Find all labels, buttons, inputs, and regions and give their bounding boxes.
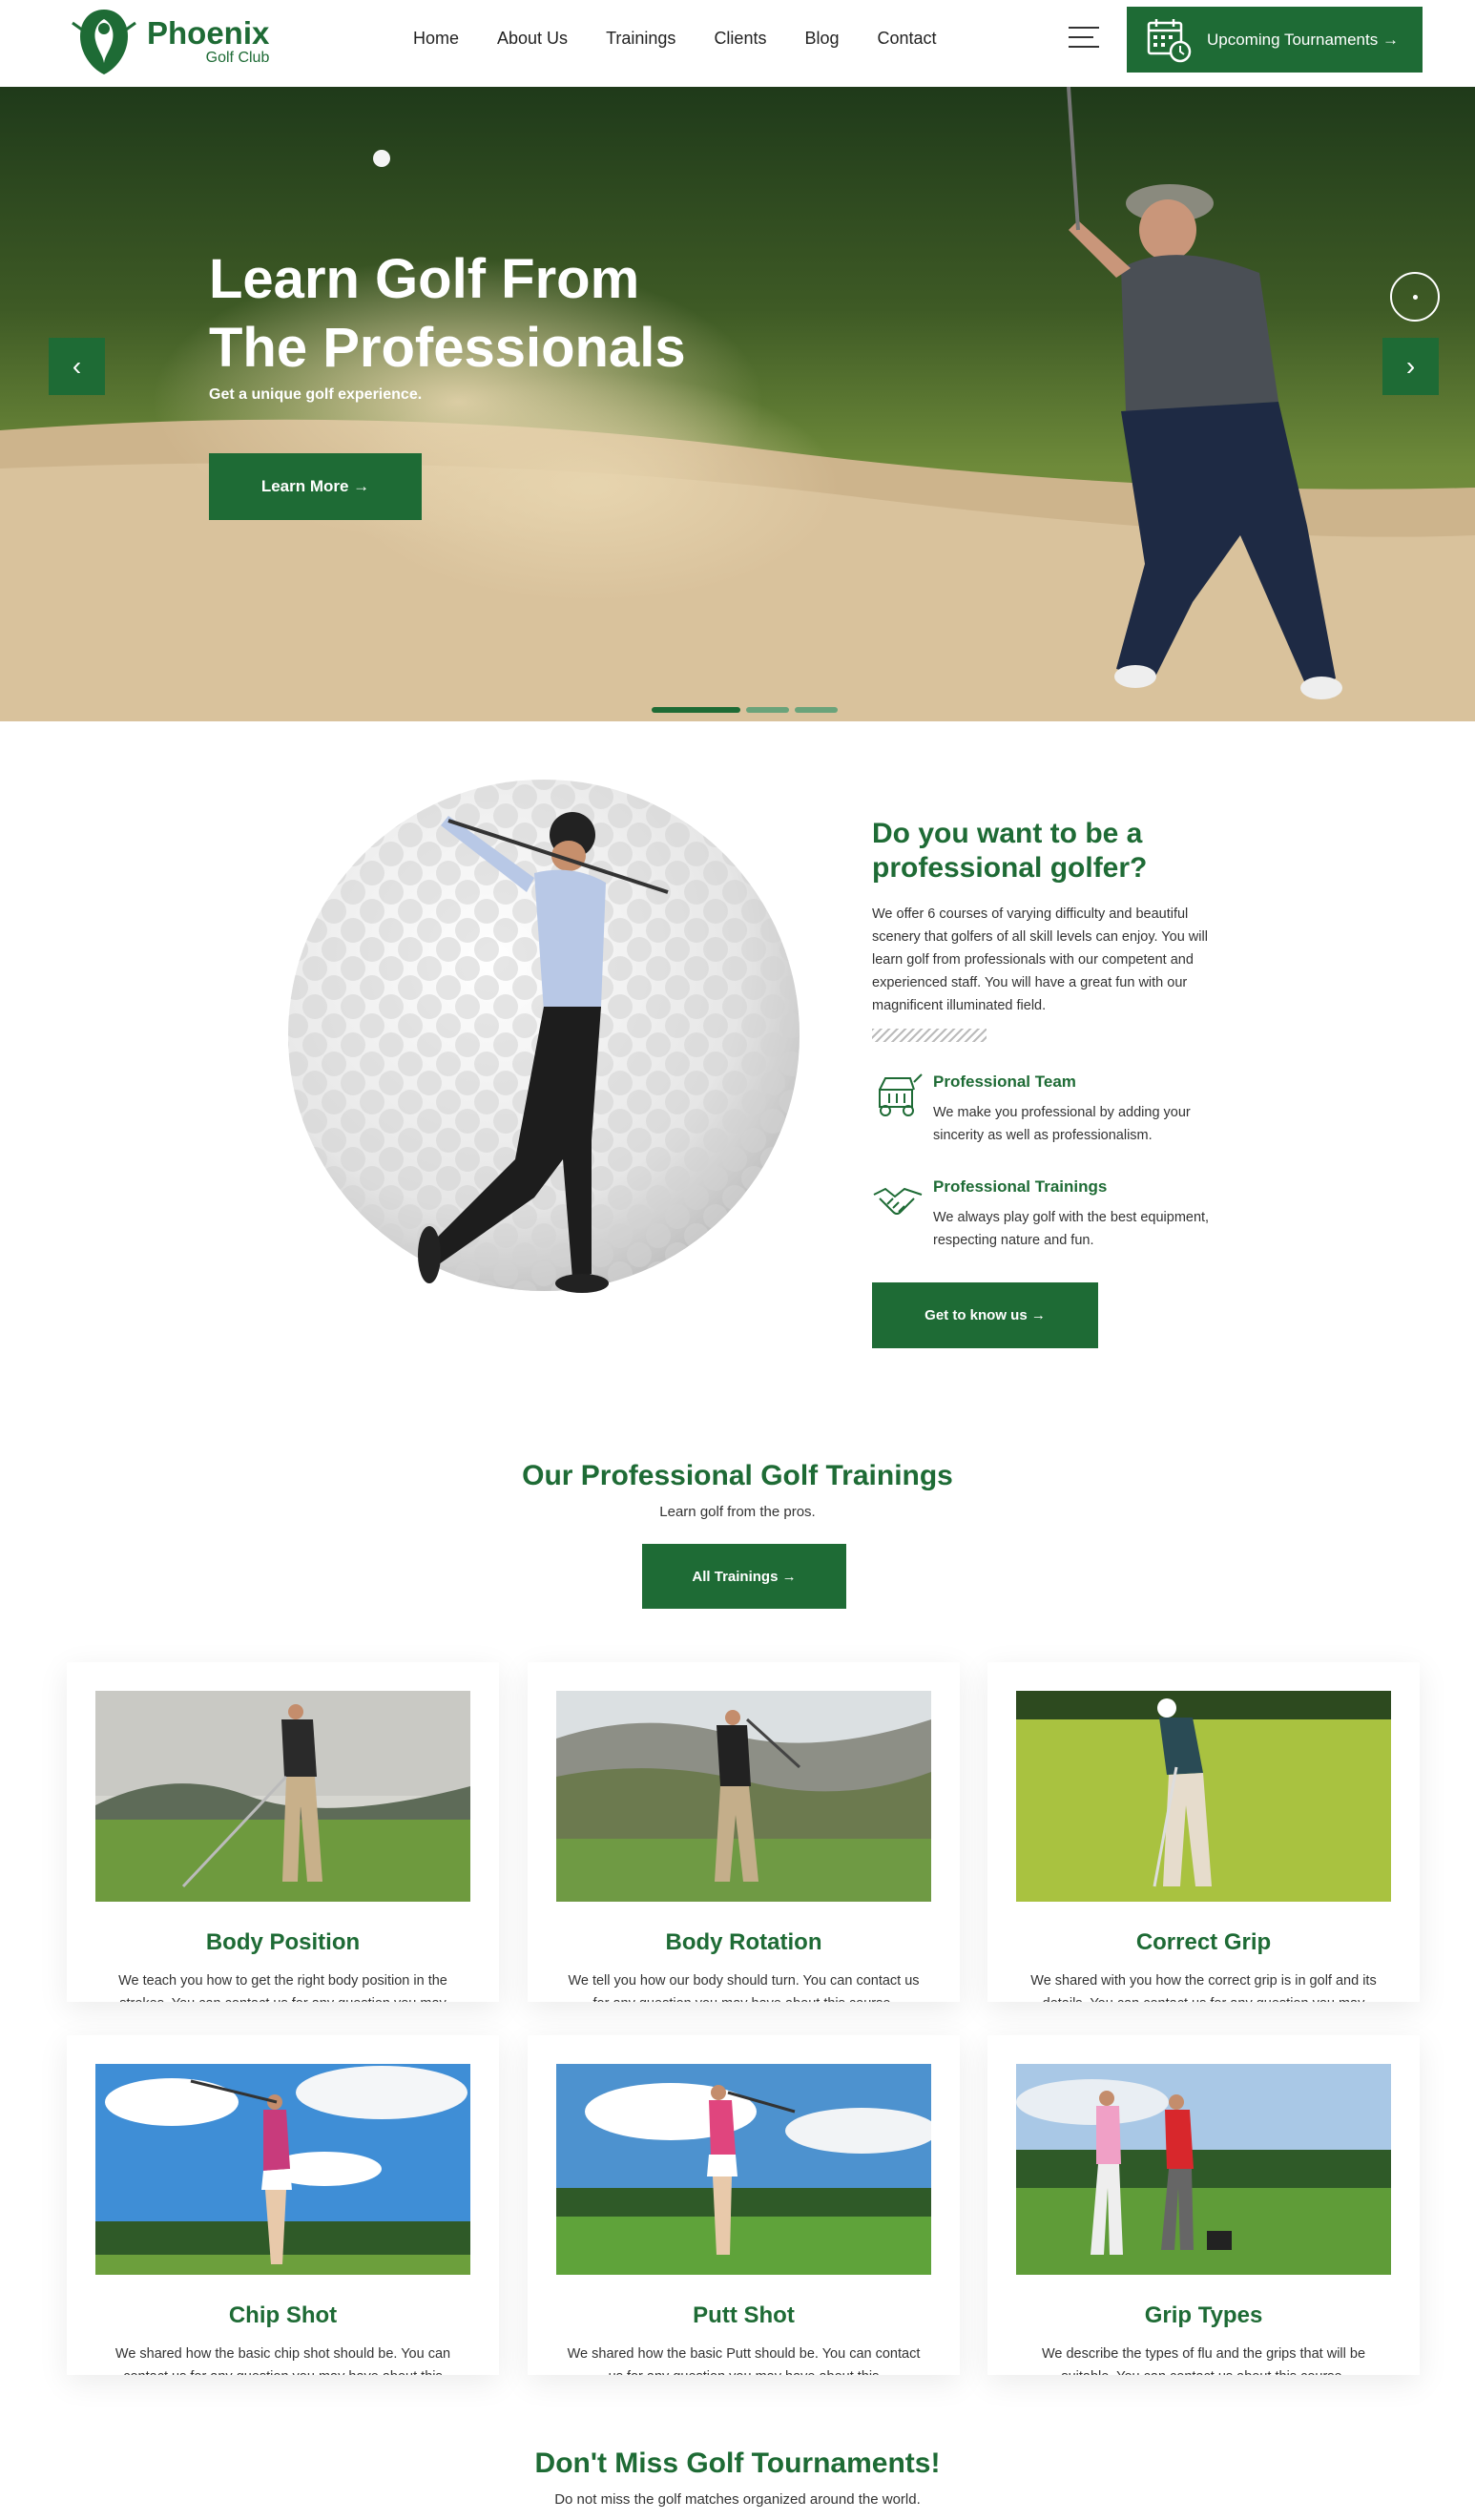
nav-blog[interactable]: Blog [804,29,839,49]
hamburger-icon[interactable] [1069,27,1099,50]
nav-home[interactable]: Home [413,29,459,49]
slider-dot-3[interactable] [795,707,838,713]
upcoming-tournaments-label: Upcoming Tournaments → [1207,30,1399,49]
nav-about-us[interactable]: About Us [497,29,568,49]
get-to-know-us-button[interactable]: Get to know us → [872,1282,1098,1348]
about-section: Do you want to be a professional golfer?… [872,817,1215,1252]
feature-text: We always play golf with the best equipm… [933,1210,1210,1248]
card-text: We describe the types of flu and the gri… [1041,2346,1366,2375]
hatch-divider [872,1029,987,1042]
trainings-subtitle: Learn golf from the pros. [659,1504,816,1520]
phoenix-logo-icon [72,10,136,74]
hero-title-line1: Learn Golf From [209,248,640,310]
training-photo [556,2064,931,2275]
logo-name: Phoenix [147,14,270,51]
card-text: We shared with you how the correct grip … [1030,1973,1377,2002]
card-title: Body Rotation [665,1929,822,1955]
feature-professional-trainings: Professional Trainings We always play go… [872,1177,1215,1252]
trainings-title: Our Professional Golf Trainings [522,1460,953,1491]
slider-dots [652,707,838,713]
training-card-chip-shot[interactable]: Chip Shot We shared how the basic chip s… [67,2035,499,2375]
tournaments-title: Don't Miss Golf Tournaments! [534,2447,941,2479]
nav-contact[interactable]: Contact [878,29,937,49]
training-photo [95,1691,470,1902]
slider-dot-1[interactable] [652,707,740,713]
training-card-putt-shot[interactable]: Putt Shot We shared how the basic Putt s… [528,2035,960,2375]
golfball-golfer-image [288,780,800,1293]
about-title: Do you want to be a professional golfer? [872,818,1148,884]
main-nav: Home About Us Trainings Clients Blog Con… [413,29,975,49]
training-photo [1016,1691,1391,1902]
card-title: Chip Shot [228,2302,338,2328]
card-title: Putt Shot [693,2302,795,2328]
logo-subtitle: Golf Club [205,49,270,66]
hero-title: Learn Golf From The Professionals [209,245,743,383]
training-card-correct-grip[interactable]: Correct Grip We shared with you how the … [987,1662,1420,2002]
nav-trainings[interactable]: Trainings [606,29,675,49]
hero-slider: Learn Golf From The Professionals Get a … [0,87,1475,721]
hero-background-image [0,87,1475,721]
tournaments-subtitle: Do not miss the golf matches organized a… [554,2491,921,2508]
feature-text: We make you professional by adding your … [933,1105,1191,1143]
card-text: We shared how the basic Putt should be. … [567,2346,921,2375]
feature-title: Professional Trainings [933,1177,1108,1196]
nav-clients[interactable]: Clients [714,29,766,49]
hero-title-line2: The Professionals [209,317,686,379]
feature-title: Professional Team [933,1073,1076,1091]
slider-autoplay-indicator[interactable] [1390,272,1440,322]
hero-subtitle: Get a unique golf experience. [209,386,423,403]
training-card-body-rotation[interactable]: Body Rotation We tell you how our body s… [528,1662,960,2002]
training-photo [95,2064,470,2275]
training-card-body-position[interactable]: Body Position We teach you how to get th… [67,1662,499,2002]
feature-professional-team: Professional Team We make you profession… [872,1073,1215,1147]
logo[interactable]: Phoenix Golf Club [67,4,269,78]
slider-prev-button[interactable]: ‹ [49,338,105,395]
upcoming-tournaments-button[interactable]: Upcoming Tournaments → [1127,7,1423,73]
site-header: Phoenix Golf Club Home About Us Training… [0,0,1475,87]
about-description: We offer 6 courses of varying difficulty… [872,906,1208,1013]
all-trainings-button[interactable]: All Trainings → [642,1544,846,1609]
slider-dot-2[interactable] [746,707,789,713]
card-title: Body Position [205,1929,361,1955]
slider-next-button[interactable]: › [1382,338,1439,395]
golf-cart-icon [879,1073,923,1116]
training-card-grip-types[interactable]: Grip Types We describe the types of flu … [987,2035,1420,2375]
card-title: Correct Grip [1135,1929,1272,1955]
card-text: We shared how the basic chip shot should… [114,2346,451,2375]
calendar-clock-icon [1147,18,1192,62]
training-photo [1016,2064,1391,2275]
training-photo [556,1691,931,1902]
card-title: Grip Types [1144,2302,1263,2328]
card-text: We tell you how our body should turn. Yo… [568,1973,920,2002]
handshake-icon [873,1187,923,1215]
card-text: We teach you how to get the right body p… [118,1973,447,2002]
learn-more-button[interactable]: Learn More → [209,453,422,520]
